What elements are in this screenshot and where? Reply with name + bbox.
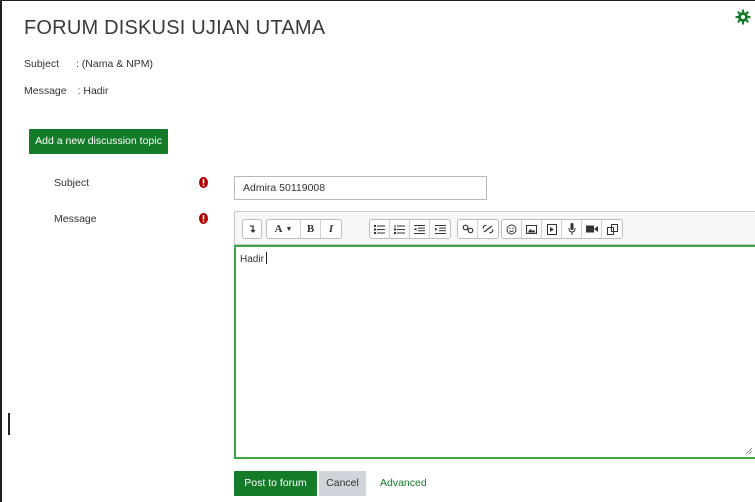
resize-handle-icon[interactable] (745, 447, 753, 455)
font-style-label: A (274, 223, 283, 235)
toolbar-group-media (501, 219, 623, 239)
add-discussion-topic-button[interactable]: Add a new discussion topic (29, 129, 168, 154)
toolbar-group-collapse (242, 219, 262, 239)
info-message-label: Message (24, 85, 67, 97)
info-subject-sep: : (75, 58, 79, 70)
subject-label: Subject (54, 177, 90, 189)
record-video-icon[interactable] (582, 220, 602, 238)
link-icon[interactable] (458, 220, 478, 238)
toolbar-group-links (457, 219, 499, 239)
bold-label: B (306, 223, 315, 235)
image-icon[interactable] (522, 220, 542, 238)
unlink-icon[interactable] (478, 220, 498, 238)
info-subject-value: (Nama & NPM) (81, 58, 153, 70)
info-message-sep: : (77, 85, 81, 97)
subject-input[interactable] (234, 176, 487, 200)
outdent-icon[interactable] (410, 220, 430, 238)
font-style-icon[interactable]: A ▼ (267, 220, 301, 238)
emoji-icon[interactable] (502, 220, 522, 238)
toolbar-group-lists (369, 219, 451, 239)
manage-files-icon[interactable] (602, 220, 622, 238)
post-to-forum-button[interactable]: Post to forum (234, 471, 317, 496)
toolbar-group-style: A ▼ B I (266, 219, 342, 239)
media-icon[interactable] (542, 220, 562, 238)
text-caret (265, 252, 267, 264)
message-editor-content[interactable]: Hadir (240, 252, 267, 265)
unordered-list-icon[interactable] (370, 220, 390, 238)
italic-icon[interactable]: I (321, 220, 341, 238)
info-message: Message : Hadir (24, 85, 108, 97)
cancel-button[interactable]: Cancel (319, 471, 366, 496)
required-icon (199, 213, 208, 224)
advanced-link[interactable]: Advanced (380, 477, 427, 489)
record-audio-icon[interactable] (562, 220, 582, 238)
message-editor[interactable]: Hadir (234, 245, 755, 459)
italic-label: I (328, 223, 334, 235)
gear-icon[interactable] (735, 9, 751, 25)
bold-icon[interactable]: B (301, 220, 321, 238)
editor-toolbar: A ▼ B I (234, 211, 755, 245)
page-title: FORUM DISKUSI UJIAN UTAMA (24, 17, 326, 39)
left-edge-marker (8, 413, 10, 435)
info-subject: Subject : (Nama & NPM) (24, 58, 153, 70)
ordered-list-icon[interactable] (390, 220, 410, 238)
indent-icon[interactable] (430, 220, 450, 238)
collapse-icon[interactable] (243, 220, 261, 238)
chevron-down-icon: ▼ (285, 225, 293, 233)
message-label: Message (54, 213, 97, 225)
message-text: Hadir (240, 254, 264, 265)
info-message-value: Hadir (83, 85, 109, 97)
info-subject-label: Subject (24, 58, 60, 70)
required-icon (199, 177, 208, 188)
